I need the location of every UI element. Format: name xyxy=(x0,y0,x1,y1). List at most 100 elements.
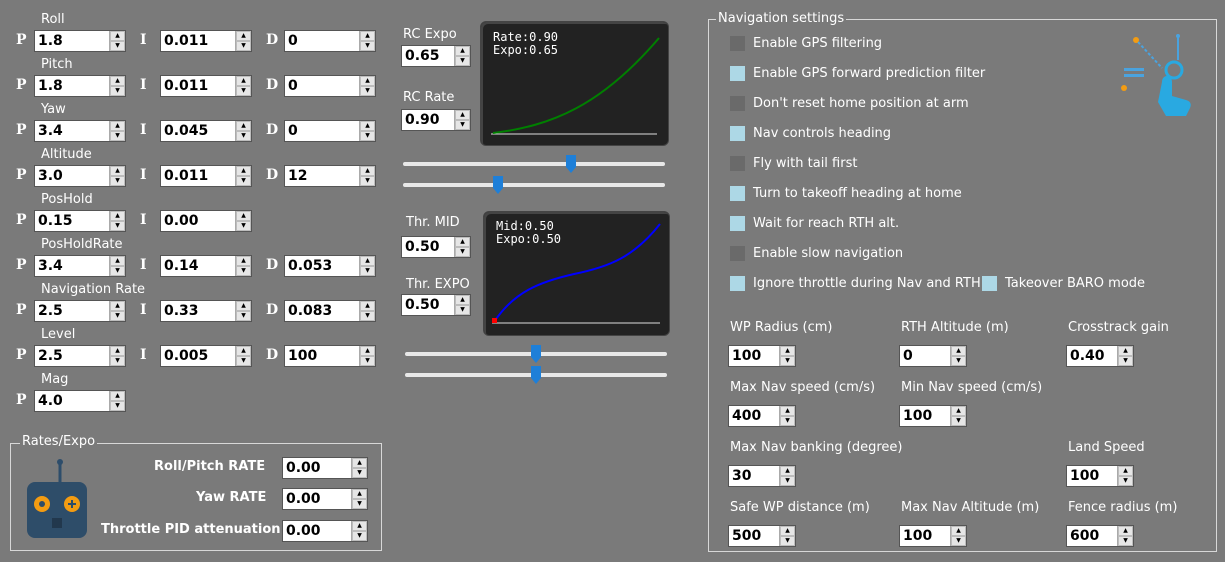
d-input-altitude[interactable]: 12 ▲ ▼ xyxy=(284,165,376,187)
spin-buttons[interactable]: ▲ ▼ xyxy=(359,301,375,321)
d-input-level[interactable]: 100 ▲ ▼ xyxy=(284,345,376,367)
takeover-baro-checkbox[interactable] xyxy=(982,276,997,291)
spin-buttons[interactable]: ▲ ▼ xyxy=(779,466,795,486)
spin-down-arrow[interactable]: ▼ xyxy=(951,356,966,366)
wp-radius-input[interactable]: 100 ▲ ▼ xyxy=(728,345,796,367)
max-alt-input[interactable]: 100 ▲ ▼ xyxy=(899,525,967,547)
spin-up-arrow[interactable]: ▲ xyxy=(951,526,966,536)
spin-down-arrow[interactable]: ▼ xyxy=(110,356,125,366)
spin-buttons[interactable]: ▲ ▼ xyxy=(109,31,125,51)
spin-up-arrow[interactable]: ▲ xyxy=(1118,466,1133,476)
i-input-poshold[interactable]: 0.00 ▲ ▼ xyxy=(160,210,252,232)
spin-down-arrow[interactable]: ▼ xyxy=(780,536,795,546)
spin-up-arrow[interactable]: ▲ xyxy=(236,166,251,176)
spin-up-arrow[interactable]: ▲ xyxy=(360,166,375,176)
spin-down-arrow[interactable]: ▼ xyxy=(236,176,251,186)
spin-buttons[interactable]: ▲ ▼ xyxy=(779,526,795,546)
spin-buttons[interactable]: ▲ ▼ xyxy=(109,211,125,231)
spin-down-arrow[interactable]: ▼ xyxy=(110,266,125,276)
spin-down-arrow[interactable]: ▼ xyxy=(236,86,251,96)
spin-up-arrow[interactable]: ▲ xyxy=(1118,346,1133,356)
p-input-navigation-rate[interactable]: 2.5 ▲ ▼ xyxy=(34,300,126,322)
spin-up-arrow[interactable]: ▲ xyxy=(780,346,795,356)
thr-expo-slider-thumb[interactable] xyxy=(531,366,541,384)
spin-buttons[interactable]: ▲ ▼ xyxy=(779,346,795,366)
p-input-pitch[interactable]: 1.8 ▲ ▼ xyxy=(34,75,126,97)
rc-rate-input[interactable]: 0.90 ▲ ▼ xyxy=(401,109,471,131)
spin-up-arrow[interactable]: ▲ xyxy=(110,391,125,401)
thr-expo-input[interactable]: 0.50 ▲ ▼ xyxy=(401,294,471,316)
spin-buttons[interactable]: ▲ ▼ xyxy=(359,346,375,366)
spin-up-arrow[interactable]: ▲ xyxy=(236,346,251,356)
spin-buttons[interactable]: ▲ ▼ xyxy=(950,346,966,366)
d-input-roll[interactable]: 0 ▲ ▼ xyxy=(284,30,376,52)
spin-up-arrow[interactable]: ▲ xyxy=(110,166,125,176)
spin-buttons[interactable]: ▲ ▼ xyxy=(109,76,125,96)
spin-buttons[interactable]: ▲ ▼ xyxy=(109,121,125,141)
i-input-posholdrate[interactable]: 0.14 ▲ ▼ xyxy=(160,255,252,277)
spin-buttons[interactable]: ▲ ▼ xyxy=(1117,526,1133,546)
rth-alt-input[interactable]: 0 ▲ ▼ xyxy=(899,345,967,367)
rc-expo-slider-thumb[interactable] xyxy=(566,155,576,173)
max-speed-input[interactable]: 400 ▲ ▼ xyxy=(728,405,796,427)
safe-wp-input[interactable]: 500 ▲ ▼ xyxy=(728,525,796,547)
thr-mid-input[interactable]: 0.50 ▲ ▼ xyxy=(401,236,471,258)
spin-buttons[interactable]: ▲ ▼ xyxy=(1117,346,1133,366)
spin-buttons[interactable]: ▲ ▼ xyxy=(235,76,251,96)
spin-buttons[interactable]: ▲ ▼ xyxy=(235,31,251,51)
spin-up-arrow[interactable]: ▲ xyxy=(110,211,125,221)
spin-buttons[interactable]: ▲ ▼ xyxy=(950,406,966,426)
spin-buttons[interactable]: ▲ ▼ xyxy=(359,121,375,141)
spin-buttons[interactable]: ▲ ▼ xyxy=(235,301,251,321)
p-input-roll[interactable]: 1.8 ▲ ▼ xyxy=(34,30,126,52)
spin-buttons[interactable]: ▲ ▼ xyxy=(109,256,125,276)
spin-down-arrow[interactable]: ▼ xyxy=(110,86,125,96)
spin-down-arrow[interactable]: ▼ xyxy=(360,356,375,366)
thr-mid-slider-thumb[interactable] xyxy=(531,345,541,363)
spin-up-arrow[interactable]: ▲ xyxy=(236,31,251,41)
spin-buttons[interactable]: ▲ ▼ xyxy=(109,166,125,186)
spin-up-arrow[interactable]: ▲ xyxy=(780,466,795,476)
nav-checkbox[interactable] xyxy=(730,96,745,111)
spin-up-arrow[interactable]: ▲ xyxy=(360,301,375,311)
spin-down-arrow[interactable]: ▼ xyxy=(110,131,125,141)
spin-down-arrow[interactable]: ▼ xyxy=(236,41,251,51)
d-input-posholdrate[interactable]: 0.053 ▲ ▼ xyxy=(284,255,376,277)
i-input-roll[interactable]: 0.011 ▲ ▼ xyxy=(160,30,252,52)
spin-down-arrow[interactable]: ▼ xyxy=(780,416,795,426)
d-input-navigation-rate[interactable]: 0.083 ▲ ▼ xyxy=(284,300,376,322)
p-input-posholdrate[interactable]: 3.4 ▲ ▼ xyxy=(34,255,126,277)
spin-buttons[interactable]: ▲ ▼ xyxy=(235,211,251,231)
spin-buttons[interactable]: ▲ ▼ xyxy=(109,301,125,321)
spin-buttons[interactable]: ▲ ▼ xyxy=(235,166,251,186)
nav-checkbox[interactable] xyxy=(730,156,745,171)
spin-up-arrow[interactable]: ▲ xyxy=(951,406,966,416)
spin-down-arrow[interactable]: ▼ xyxy=(360,86,375,96)
spin-up-arrow[interactable]: ▲ xyxy=(236,76,251,86)
spin-down-arrow[interactable]: ▼ xyxy=(360,176,375,186)
spin-up-arrow[interactable]: ▲ xyxy=(110,121,125,131)
nav-checkbox[interactable] xyxy=(730,216,745,231)
p-input-level[interactable]: 2.5 ▲ ▼ xyxy=(34,345,126,367)
spin-up-arrow[interactable]: ▲ xyxy=(236,121,251,131)
spin-down-arrow[interactable]: ▼ xyxy=(236,356,251,366)
nav-checkbox[interactable] xyxy=(730,126,745,141)
spin-buttons[interactable]: ▲ ▼ xyxy=(359,76,375,96)
d-input-yaw[interactable]: 0 ▲ ▼ xyxy=(284,120,376,142)
rc-rate-slider-thumb[interactable] xyxy=(493,176,503,194)
spin-down-arrow[interactable]: ▼ xyxy=(1118,356,1133,366)
spin-up-arrow[interactable]: ▲ xyxy=(951,346,966,356)
spin-up-arrow[interactable]: ▲ xyxy=(360,121,375,131)
spin-up-arrow[interactable]: ▲ xyxy=(1118,526,1133,536)
spin-up-arrow[interactable]: ▲ xyxy=(110,346,125,356)
spin-up-arrow[interactable]: ▲ xyxy=(236,256,251,266)
i-input-pitch[interactable]: 0.011 ▲ ▼ xyxy=(160,75,252,97)
land-speed-input[interactable]: 100 ▲ ▼ xyxy=(1066,465,1134,487)
nav-checkbox[interactable] xyxy=(730,36,745,51)
spin-down-arrow[interactable]: ▼ xyxy=(236,221,251,231)
spin-up-arrow[interactable]: ▲ xyxy=(360,76,375,86)
spin-up-arrow[interactable]: ▲ xyxy=(236,211,251,221)
spin-buttons[interactable]: ▲ ▼ xyxy=(235,256,251,276)
spin-buttons[interactable]: ▲ ▼ xyxy=(779,406,795,426)
i-input-level[interactable]: 0.005 ▲ ▼ xyxy=(160,345,252,367)
